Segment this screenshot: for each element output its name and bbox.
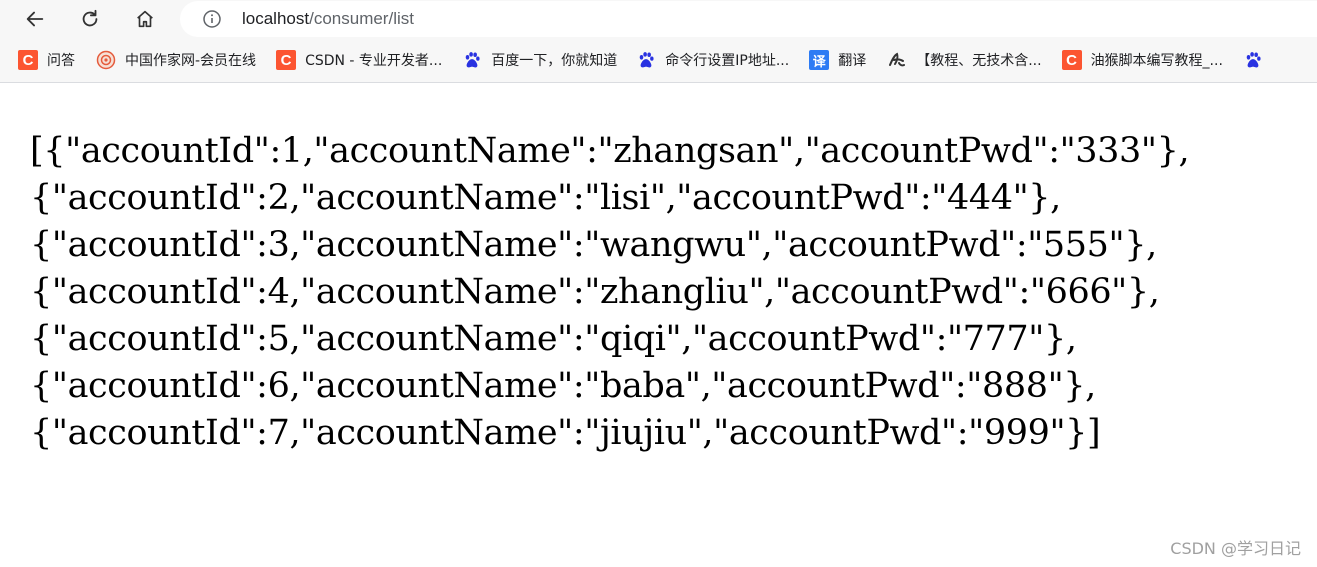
csdn-icon: C xyxy=(1061,50,1082,70)
bookmark-label: 百度一下，你就知道 xyxy=(491,53,618,69)
script-logo-icon xyxy=(887,50,907,70)
bookmark-tampermonkey[interactable]: C 油猴脚本编写教程_... xyxy=(1061,45,1223,75)
home-button[interactable] xyxy=(130,4,160,34)
home-icon xyxy=(137,10,153,28)
bookmark-label: 中国作家网-会员在线 xyxy=(125,53,257,69)
bookmark-label: 油猴脚本编写教程_... xyxy=(1090,53,1223,69)
info-icon[interactable] xyxy=(202,9,222,29)
bookmark-label: 命令行设置IP地址... xyxy=(665,53,790,69)
reload-button[interactable] xyxy=(75,4,105,34)
bookmark-cmd-ip[interactable]: 命令行设置IP地址... xyxy=(636,45,789,75)
json-line: {"accountId":3,"accountName":"wangwu","a… xyxy=(30,225,1157,265)
back-button[interactable] xyxy=(20,4,50,34)
bookmark-label: 【教程、无技术含... xyxy=(916,53,1042,69)
bookmark-csdn[interactable]: C CSDN - 专业开发者... xyxy=(276,45,442,75)
baidu-paw-icon xyxy=(462,50,482,70)
reload-icon xyxy=(82,9,98,27)
csdn-icon: C xyxy=(18,50,38,70)
bookmark-label: CSDN - 专业开发者... xyxy=(305,53,443,69)
arrow-left-icon xyxy=(26,11,44,27)
url-path: /consumer/list xyxy=(309,9,414,28)
bookmark-fanyi[interactable]: 译 翻译 xyxy=(809,45,866,75)
bookmark-tutorial[interactable]: 【教程、无技术含... xyxy=(887,45,1042,75)
bookmark-baidu[interactable]: 百度一下，你就知道 xyxy=(462,45,617,75)
json-line: {"accountId":2,"accountName":"lisi","acc… xyxy=(30,178,1061,218)
bookmark-overflow[interactable] xyxy=(1243,45,1272,75)
chinawriter-icon xyxy=(96,50,116,70)
json-response-body: [{"accountId":1,"accountName":"zhangsan"… xyxy=(30,128,1300,457)
bookmark-wenda[interactable]: C 问答 xyxy=(18,45,75,75)
bookmarks-bar: C 问答 中国作家网-会员在线 C CSDN - 专业开发者... 百度一下，你… xyxy=(0,38,1317,83)
bookmark-chinawriter[interactable]: 中国作家网-会员在线 xyxy=(96,45,256,75)
bookmark-label: 问答 xyxy=(47,53,75,69)
browser-toolbar: localhost/consumer/list xyxy=(0,0,1317,38)
json-line: {"accountId":7,"accountName":"jiujiu","a… xyxy=(30,413,1101,453)
url-host: localhost xyxy=(242,9,310,28)
baidu-paw-icon xyxy=(636,50,656,70)
watermark: CSDN @学习日记 xyxy=(1170,539,1301,558)
address-bar[interactable]: localhost/consumer/list xyxy=(180,1,1317,37)
baidu-paw-icon xyxy=(1243,50,1263,70)
json-line: {"accountId":4,"accountName":"zhangliu",… xyxy=(30,272,1160,312)
csdn-icon: C xyxy=(276,50,297,70)
json-line: {"accountId":6,"accountName":"baba","acc… xyxy=(30,366,1096,406)
json-line: {"accountId":5,"accountName":"qiqi","acc… xyxy=(30,319,1077,359)
fanyi-icon: 译 xyxy=(809,50,830,70)
bookmark-label: 翻译 xyxy=(838,53,867,69)
json-line: [{"accountId":1,"accountName":"zhangsan"… xyxy=(30,131,1190,171)
url-text[interactable]: localhost/consumer/list xyxy=(242,9,414,29)
